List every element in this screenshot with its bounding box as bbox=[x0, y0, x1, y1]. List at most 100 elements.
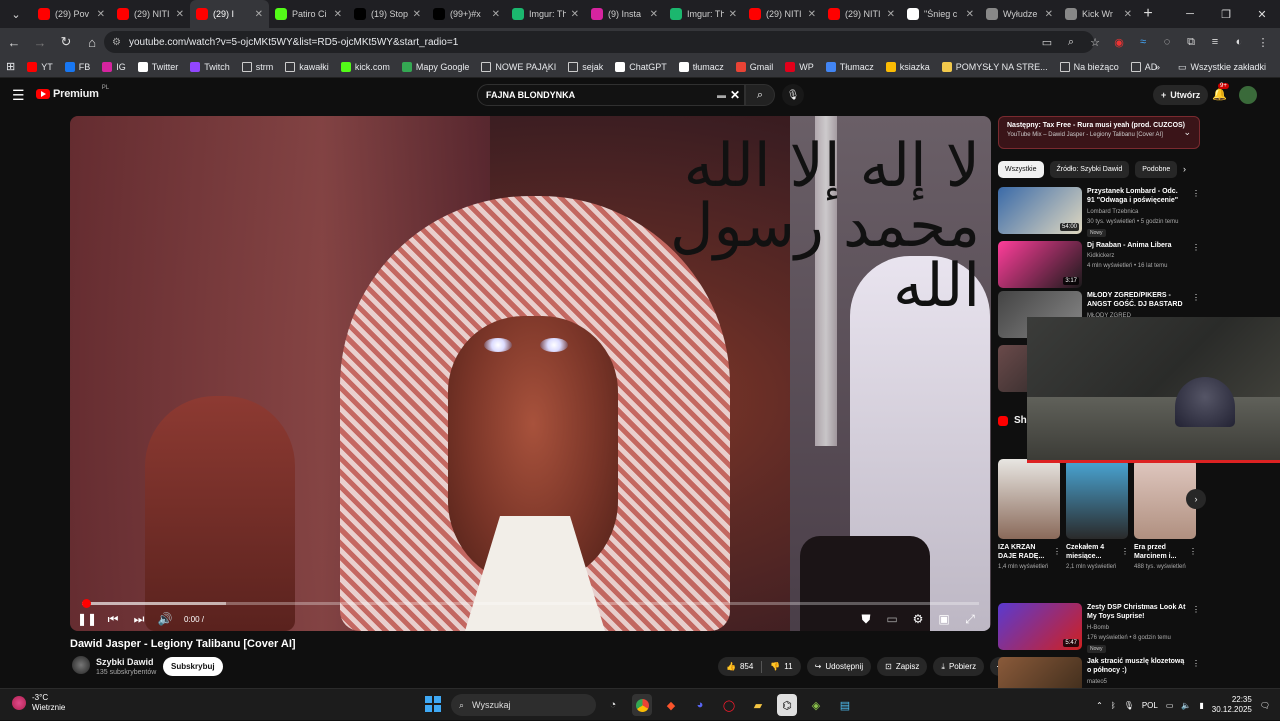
bookmark-item[interactable]: ksiazka bbox=[880, 61, 936, 72]
weather-widget[interactable]: -3°C Wietrznie bbox=[12, 693, 65, 712]
file-explorer-icon[interactable]: ▰ bbox=[748, 694, 768, 716]
extension-icon[interactable]: ≈ bbox=[1134, 33, 1152, 51]
close-tab-icon[interactable]: ✕ bbox=[966, 9, 974, 20]
bookmark-item[interactable]: IG bbox=[96, 61, 132, 72]
microphone-icon[interactable]: 🎙 bbox=[1124, 701, 1134, 710]
close-tab-icon[interactable]: ✕ bbox=[97, 9, 105, 20]
recommended-video[interactable]: 3:17 Dj Raaban - Anima Libera Kidkickerz 4 … bbox=[998, 241, 1200, 291]
video-title[interactable]: MŁODY ZGRED/PIKERS - ANGST GOŚĆ. DJ BAST… bbox=[1087, 291, 1187, 309]
back-icon[interactable]: ← bbox=[2, 30, 26, 54]
browser-tab[interactable]: (29) Pov ✕ bbox=[32, 0, 111, 28]
close-tab-icon[interactable]: ✕ bbox=[571, 9, 579, 20]
chrome-icon[interactable] bbox=[632, 694, 652, 716]
capcut-icon[interactable]: ⌬ bbox=[777, 694, 797, 716]
recommended-video[interactable]: 54:00 Przystanek Lombard - Odc. 91 "Odwag… bbox=[998, 187, 1200, 237]
address-bar[interactable]: ⚙ youtube.com/watch?v=5-ojcMKt5WY&list=R… bbox=[104, 31, 1094, 53]
tab-search-button[interactable]: ⌄ bbox=[4, 3, 28, 25]
more-options-icon[interactable]: ⋮ bbox=[1192, 243, 1200, 252]
search-input[interactable]: FAJNA BLONDYNKA ▬ ✕ bbox=[477, 84, 745, 106]
clock[interactable]: 22:35 30.12.2025 bbox=[1212, 695, 1252, 716]
close-tab-icon[interactable]: ✕ bbox=[334, 9, 342, 20]
short-thumbnail[interactable] bbox=[998, 459, 1060, 539]
close-tab-icon[interactable]: ✕ bbox=[492, 9, 500, 20]
close-window-icon[interactable]: ✕ bbox=[1244, 0, 1280, 28]
notifications-icon[interactable]: 🔔 9+ bbox=[1212, 83, 1229, 101]
new-tab-button[interactable]: + bbox=[1138, 5, 1158, 23]
recommended-video[interactable]: 5:47 Zesty DSP Christmas Look At My Toys … bbox=[998, 603, 1200, 653]
chip-all[interactable]: Wszystkie bbox=[998, 161, 1044, 178]
settings-gear-icon[interactable]: ⚙ bbox=[905, 607, 931, 631]
save-button[interactable]: ⊡ Zapisz bbox=[877, 657, 928, 676]
keyboard-icon[interactable]: ▬ bbox=[717, 90, 726, 100]
browser-tab[interactable]: Kick Wr ✕ bbox=[1059, 0, 1138, 28]
bookmark-item[interactable]: ChatGPT bbox=[609, 61, 673, 72]
close-tab-icon[interactable]: ✕ bbox=[413, 9, 421, 20]
forward-icon[interactable]: → bbox=[28, 30, 52, 54]
minimize-icon[interactable]: ─ bbox=[1172, 0, 1208, 28]
video-channel[interactable]: mateo5 bbox=[1087, 679, 1107, 685]
short-item[interactable]: Era przed Marcinem i... 488 tys. wyświetl… bbox=[1134, 459, 1197, 571]
bookmark-item[interactable]: Twitch bbox=[184, 61, 236, 72]
short-title[interactable]: Era przed Marcinem i... bbox=[1134, 544, 1188, 562]
site-info-icon[interactable]: ⚙ bbox=[112, 37, 121, 48]
close-tab-icon[interactable]: ✕ bbox=[176, 9, 184, 20]
taskbar-search-input[interactable]: ⌕ Wyszukaj bbox=[451, 694, 596, 716]
short-thumbnail[interactable] bbox=[1066, 459, 1128, 539]
more-options-icon[interactable]: ⋮ bbox=[1192, 659, 1200, 668]
browser-tab[interactable]: (19) Stop ✕ bbox=[348, 0, 427, 28]
video-thumbnail[interactable]: 3:17 bbox=[998, 241, 1082, 288]
profile-icon[interactable]: ◐ bbox=[1230, 33, 1248, 51]
download-button[interactable]: ⤓ Pobierz bbox=[933, 657, 985, 676]
browser-tab[interactable]: Imgur: Th ✕ bbox=[506, 0, 585, 28]
video-channel[interactable]: Kidkickerz bbox=[1087, 253, 1114, 259]
language-indicator[interactable]: POL bbox=[1142, 701, 1158, 710]
video-title[interactable]: Jak stracić muszlę klozetową o północy :… bbox=[1087, 657, 1187, 675]
more-options-icon[interactable]: ⋮ bbox=[1189, 547, 1197, 556]
bookmark-item[interactable]: strm bbox=[236, 61, 280, 72]
bluetooth-icon[interactable]: ᛒ bbox=[1111, 701, 1116, 710]
previous-icon[interactable]: ⏮ bbox=[100, 607, 126, 631]
more-options-icon[interactable]: ⋮ bbox=[1053, 547, 1061, 556]
close-tab-icon[interactable]: ✕ bbox=[808, 9, 816, 20]
chip-related[interactable]: Podobne bbox=[1135, 161, 1178, 178]
video-title[interactable]: Przystanek Lombard - Odc. 91 "Odwaga i p… bbox=[1087, 187, 1187, 205]
browser-tab[interactable]: (99+)#x ✕ bbox=[427, 0, 506, 28]
channel-name[interactable]: Szybki Dawid bbox=[96, 657, 154, 667]
browser-tab[interactable]: (29) NITI ✕ bbox=[743, 0, 822, 28]
more-options-icon[interactable]: ⋮ bbox=[1192, 605, 1200, 614]
clear-search-icon[interactable]: ✕ bbox=[730, 88, 740, 102]
close-tab-icon[interactable]: ✕ bbox=[887, 9, 895, 20]
dislike-button[interactable]: 👎 11 bbox=[770, 662, 792, 671]
short-title[interactable]: Czekałem 4 miesiące... bbox=[1066, 544, 1120, 562]
restore-icon[interactable]: ❐ bbox=[1208, 0, 1244, 28]
chevron-down-icon[interactable]: ⌄ bbox=[1183, 127, 1191, 138]
close-tab-icon[interactable]: ✕ bbox=[729, 9, 737, 20]
browser-tab[interactable]: (9) Insta ✕ bbox=[585, 0, 664, 28]
seek-bar[interactable] bbox=[82, 599, 979, 608]
bookmark-item[interactable]: Na bieżąco bbox=[1054, 61, 1125, 72]
notification-center-icon[interactable]: 🗨 bbox=[1260, 701, 1270, 710]
browser-tab[interactable]: Imgur: Th ✕ bbox=[664, 0, 743, 28]
record-extension-icon[interactable]: ◉ bbox=[1110, 33, 1128, 51]
create-button[interactable]: + Utwórz bbox=[1153, 85, 1209, 105]
subtitles-icon[interactable]: ▭ bbox=[879, 607, 905, 631]
shield-icon[interactable]: ⛊ bbox=[853, 607, 879, 631]
chip-source[interactable]: Źródło: Szybki Dawid bbox=[1049, 161, 1130, 178]
discord-icon[interactable]: ◕ bbox=[690, 694, 710, 716]
next-icon[interactable]: ⏭ bbox=[126, 607, 152, 631]
video-channel[interactable]: H-Bomb bbox=[1087, 625, 1109, 631]
close-tab-icon[interactable]: ✕ bbox=[1045, 9, 1053, 20]
bookmark-star-icon[interactable]: ☆ bbox=[1086, 33, 1104, 51]
account-avatar[interactable] bbox=[1239, 86, 1257, 104]
short-title[interactable]: IZA KRZAN DAJE RADĘ... bbox=[998, 544, 1052, 562]
bookmark-item[interactable]: kick.com bbox=[335, 61, 396, 72]
app-widget-icon[interactable]: ◔ bbox=[603, 694, 623, 716]
share-button[interactable]: ↪ Udostępnij bbox=[806, 657, 872, 676]
browser-tab[interactable]: "Śnieg c ✕ bbox=[901, 0, 980, 28]
video-thumbnail[interactable]: 54:00 bbox=[998, 187, 1082, 234]
network-icon[interactable]: ▭ bbox=[1166, 701, 1174, 710]
like-button[interactable]: 👍 854 bbox=[726, 662, 753, 671]
bookmark-item[interactable]: WP bbox=[779, 61, 820, 72]
playlist-next-panel[interactable]: Następny: Tax Free - Rura musi yeah (pro… bbox=[998, 116, 1200, 149]
opera-icon[interactable]: ◯ bbox=[719, 694, 739, 716]
